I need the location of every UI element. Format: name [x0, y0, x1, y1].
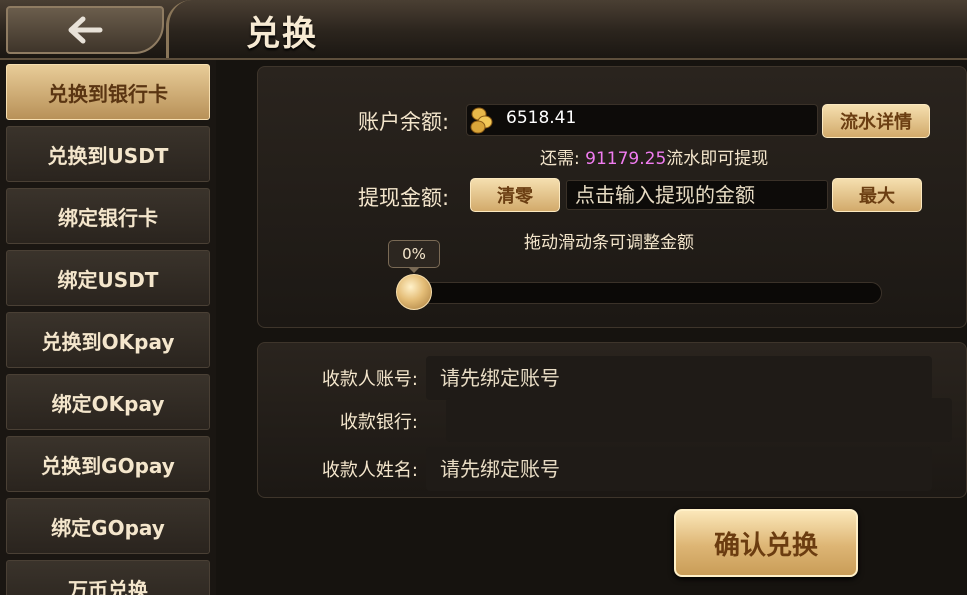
need-prefix: 还需:	[540, 149, 580, 169]
back-arrow-icon	[68, 16, 103, 44]
page-title: 兑换	[246, 14, 318, 54]
sidebar: 兑换到银行卡 兑换到USDT 绑定银行卡 绑定USDT 兑换到OKpay 绑定O…	[0, 60, 216, 595]
need-suffix: 流水即可提现	[666, 149, 769, 169]
sidebar-item-bind-bank[interactable]: 绑定银行卡	[6, 188, 210, 244]
amount-slider-knob[interactable]	[396, 274, 432, 310]
recipient-account-field[interactable]: 请先绑定账号	[426, 356, 932, 400]
max-button[interactable]: 最大	[832, 178, 922, 212]
amount-input[interactable]	[566, 180, 828, 210]
slider-percent-badge: 0%	[388, 240, 440, 268]
sidebar-item-wanbi-exchange[interactable]: 万币兑换	[6, 560, 210, 595]
confirm-exchange-button[interactable]: 确认兑换	[674, 509, 858, 577]
slider-hint: 拖动滑动条可调整金额	[524, 233, 694, 253]
sidebar-item-exchange-bank[interactable]: 兑换到银行卡	[6, 64, 210, 120]
sidebar-item-exchange-usdt[interactable]: 兑换到USDT	[6, 126, 210, 182]
amount-slider-track[interactable]	[404, 282, 882, 304]
flow-detail-button[interactable]: 流水详情	[822, 104, 930, 138]
sidebar-item-bind-gopay[interactable]: 绑定GOpay	[6, 498, 210, 554]
recipient-account-label: 收款人账号:	[321, 369, 418, 390]
balance-value: 6518.41	[506, 108, 577, 128]
recipient-name-label: 收款人姓名:	[321, 460, 418, 481]
amount-label: 提现金额:	[358, 186, 450, 210]
sidebar-item-bind-okpay[interactable]: 绑定OKpay	[6, 374, 210, 430]
recipient-bank-field[interactable]	[446, 398, 952, 442]
badge-pointer	[408, 267, 420, 273]
wager-requirement: 还需: 91179.25流水即可提现	[540, 144, 768, 169]
gold-coin-icon	[470, 107, 493, 134]
balance-label: 账户余额:	[358, 110, 450, 134]
sidebar-item-exchange-gopay[interactable]: 兑换到GOpay	[6, 436, 210, 492]
recipient-bank-label: 收款银行:	[339, 412, 418, 433]
clear-button[interactable]: 清零	[470, 178, 560, 212]
recipient-name-field[interactable]: 请先绑定账号	[426, 447, 932, 491]
sidebar-item-bind-usdt[interactable]: 绑定USDT	[6, 250, 210, 306]
header-bar: 兑换	[0, 0, 967, 60]
header-divider	[166, 0, 192, 58]
sidebar-item-exchange-okpay[interactable]: 兑换到OKpay	[6, 312, 210, 368]
back-button[interactable]	[6, 6, 164, 54]
need-value: 91179.25	[585, 149, 667, 169]
